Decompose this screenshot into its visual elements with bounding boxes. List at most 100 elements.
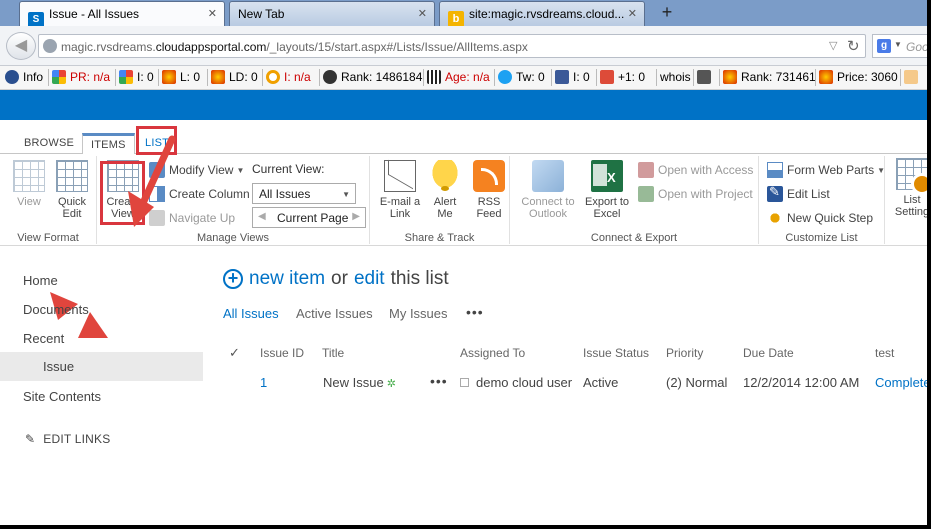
new-tab-button[interactable]: + bbox=[656, 2, 678, 24]
url-dropdown-icon[interactable]: ▽ bbox=[829, 39, 837, 52]
row-status: Active bbox=[583, 375, 619, 390]
seo-toolbar-item[interactable]: I: 0 bbox=[119, 70, 154, 84]
dropdown-arrow-icon: ▼ bbox=[342, 190, 350, 199]
form-web-parts-button[interactable]: Form Web Parts ▼ bbox=[767, 160, 885, 180]
address-bar[interactable]: magic.rvsdreams.cloudappsportal.com/_lay… bbox=[38, 34, 866, 58]
nav-site-contents[interactable]: Site Contents bbox=[23, 389, 101, 404]
row-priority: (2) Normal bbox=[666, 375, 728, 390]
current-page-pager[interactable]: ◀ Current Page ▶ bbox=[252, 207, 366, 228]
toolbar-separator bbox=[494, 69, 495, 86]
close-icon[interactable]: ✕ bbox=[628, 7, 637, 20]
view-my-issues[interactable]: My Issues bbox=[389, 306, 448, 321]
archive-icon bbox=[427, 70, 441, 84]
rss-feed-button[interactable]: RSS Feed bbox=[466, 160, 512, 220]
edit-list-button[interactable]: Edit List bbox=[767, 184, 830, 204]
nav-recent-issue[interactable]: Issue bbox=[0, 352, 203, 381]
prev-page-icon[interactable]: ◀ bbox=[258, 211, 266, 222]
row-title[interactable]: New Issue ✲ bbox=[323, 375, 396, 390]
google-pr-icon bbox=[52, 70, 66, 84]
column-title[interactable]: Title bbox=[322, 346, 344, 360]
new-item-link[interactable]: new item bbox=[249, 268, 325, 290]
tab-label: New Tab bbox=[238, 7, 285, 21]
group-label: View Format bbox=[17, 232, 79, 244]
column-issue-id[interactable]: Issue ID bbox=[260, 346, 304, 360]
tab-browse[interactable]: BROWSE bbox=[16, 133, 82, 154]
pencil-icon: ✎ bbox=[25, 432, 36, 446]
flame-icon bbox=[211, 70, 225, 84]
seo-toolbar-label: Rank: 1486184 bbox=[341, 70, 423, 84]
seo-toolbar-item[interactable] bbox=[904, 70, 922, 84]
access-icon bbox=[638, 162, 654, 178]
back-arrow-icon[interactable]: ◀ bbox=[6, 32, 36, 60]
column-assigned-to[interactable]: Assigned To bbox=[460, 346, 525, 360]
seo-toolbar-item[interactable] bbox=[697, 70, 715, 84]
flame-icon bbox=[162, 70, 176, 84]
nav-recent[interactable]: Recent bbox=[23, 331, 64, 346]
column-issue-status[interactable]: Issue Status bbox=[583, 346, 649, 360]
nav-home[interactable]: Home bbox=[23, 273, 58, 288]
seo-toolbar-item[interactable]: Info bbox=[5, 70, 43, 84]
browser-tab-issue[interactable]: S Issue - All Issues ✕ bbox=[19, 1, 225, 26]
column-priority[interactable]: Priority bbox=[666, 346, 703, 360]
seo-toolbar-item[interactable]: PR: n/a bbox=[52, 70, 110, 84]
quick-edit-button[interactable]: Quick Edit bbox=[49, 160, 95, 220]
suite-bar bbox=[0, 90, 927, 120]
select-all-checkmark-icon[interactable]: ✓ bbox=[229, 345, 240, 361]
or-text: or bbox=[331, 268, 348, 289]
row-assigned-to[interactable]: demo cloud user bbox=[460, 375, 572, 390]
view-active-issues[interactable]: Active Issues bbox=[296, 306, 373, 321]
seo-toolbar-item[interactable]: LD: 0 bbox=[211, 70, 258, 84]
more-views-icon[interactable]: ••• bbox=[466, 304, 484, 320]
facebook-icon bbox=[555, 70, 569, 84]
browser-tab-new[interactable]: New Tab ✕ bbox=[229, 1, 435, 26]
gplus-icon bbox=[600, 70, 614, 84]
column-due-date[interactable]: Due Date bbox=[743, 346, 794, 360]
seo-toolbar-item[interactable]: I: n/a bbox=[266, 70, 311, 84]
seo-toolbar-label: Tw: 0 bbox=[516, 70, 545, 84]
seo-toolbar-item[interactable]: L: 0 bbox=[162, 70, 200, 84]
url-text[interactable]: magic.rvsdreams.cloudappsportal.com/_lay… bbox=[61, 40, 528, 54]
list-settings-button[interactable]: List Setting bbox=[890, 158, 927, 218]
edit-list-link[interactable]: edit bbox=[354, 268, 385, 290]
nav-documents[interactable]: Documents bbox=[23, 302, 89, 317]
seo-toolbar-item[interactable]: Rank: 731461 bbox=[723, 70, 816, 84]
plus-circle-icon[interactable]: + bbox=[223, 269, 243, 289]
edit-list-icon bbox=[767, 184, 783, 202]
seo-toolbar-item[interactable]: Rank: 1486184 bbox=[323, 70, 422, 84]
view-all-issues[interactable]: All Issues bbox=[223, 306, 279, 321]
current-view-select[interactable]: All Issues ▼ bbox=[252, 183, 356, 204]
seo-toolbar-item[interactable]: I: 0 bbox=[555, 70, 590, 84]
row-test[interactable]: Complete bbox=[875, 375, 927, 390]
reload-icon[interactable]: ↻ bbox=[847, 37, 860, 55]
next-page-icon[interactable]: ▶ bbox=[352, 211, 360, 222]
web-parts-icon bbox=[767, 162, 783, 178]
close-icon[interactable]: ✕ bbox=[418, 7, 427, 20]
toolbar-separator bbox=[656, 69, 657, 86]
export-excel-button[interactable]: Export to Excel bbox=[580, 160, 634, 220]
row-issue-id[interactable]: 1 bbox=[260, 375, 267, 390]
toolbar-separator bbox=[319, 69, 320, 86]
search-engine-dropdown-icon[interactable]: ▼ bbox=[894, 40, 902, 49]
search-box[interactable]: g ▼ Goo bbox=[872, 34, 927, 58]
browser-tab-bing[interactable]: b site:magic.rvsdreams.cloud... ✕ bbox=[439, 1, 645, 26]
new-item-icon: ✲ bbox=[386, 378, 396, 390]
view-button[interactable]: View bbox=[6, 160, 52, 208]
toolbar-separator bbox=[693, 69, 694, 86]
alert-me-button[interactable]: Alert Me bbox=[422, 160, 468, 220]
toolbar-separator bbox=[719, 69, 720, 86]
seo-toolbar-item[interactable]: Price: 3060 bbox=[819, 70, 898, 84]
seo-toolbar-item[interactable]: Age: n/a bbox=[427, 70, 490, 84]
open-project-button[interactable]: Open with Project bbox=[638, 184, 753, 204]
connect-outlook-button[interactable]: Connect to Outlook bbox=[516, 160, 580, 220]
open-access-button[interactable]: Open with Access bbox=[638, 160, 753, 180]
new-quick-step-button[interactable]: New Quick Step bbox=[767, 208, 873, 228]
email-link-button[interactable]: E-mail a Link bbox=[377, 160, 423, 220]
row-more-icon[interactable]: ••• bbox=[430, 373, 448, 389]
seo-toolbar-item[interactable]: Tw: 0 bbox=[498, 70, 545, 84]
column-test[interactable]: test bbox=[875, 346, 894, 360]
close-icon[interactable]: ✕ bbox=[208, 7, 217, 20]
seo-toolbar-item[interactable]: +1: 0 bbox=[600, 70, 645, 84]
edit-links-button[interactable]: ✎ EDIT LINKS bbox=[25, 432, 110, 446]
bing-icon: b bbox=[448, 11, 464, 26]
seo-toolbar-item[interactable]: whois bbox=[660, 70, 691, 84]
